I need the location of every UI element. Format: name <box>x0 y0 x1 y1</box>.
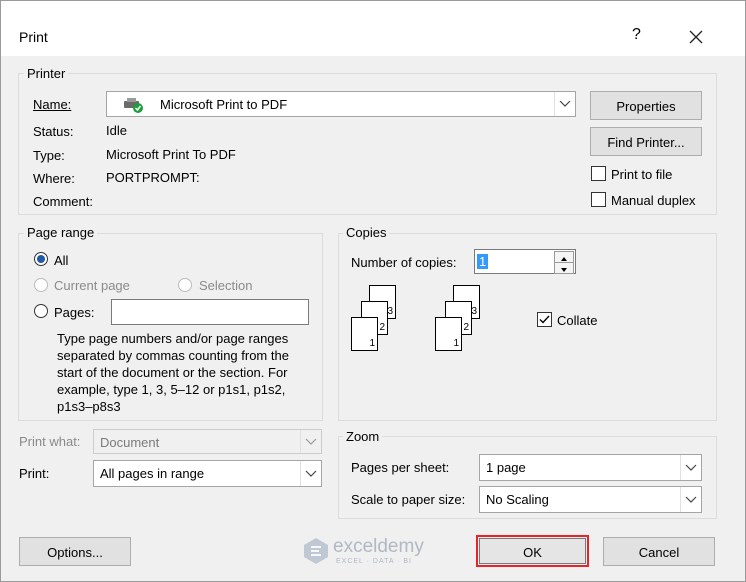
print-value: All pages in range <box>100 466 205 481</box>
all-label[interactable]: All <box>54 253 68 268</box>
close-icon <box>689 30 703 44</box>
pages-per-sheet-label: Pages per sheet: <box>351 460 450 475</box>
print-to-file-label[interactable]: Print to file <box>611 167 672 182</box>
page-number: 1 <box>369 338 375 349</box>
watermark-brand: exceldemy <box>333 536 424 557</box>
type-value: Microsoft Print To PDF <box>106 147 236 162</box>
title-bar: Print ? <box>1 1 745 56</box>
radio-selected-dot <box>37 255 45 263</box>
exceldemy-logo-icon <box>304 538 328 564</box>
help-line-5: p1s3–p8s3 <box>57 399 121 414</box>
copies-legend: Copies <box>343 225 390 240</box>
options-button[interactable]: Options... <box>19 537 131 566</box>
properties-button-label: Properties <box>616 99 676 114</box>
chevron-down-icon[interactable] <box>680 487 701 512</box>
copies-spinner[interactable]: 1 <box>474 249 576 274</box>
print-to-file-checkbox[interactable] <box>591 166 606 181</box>
where-label: Where: <box>33 171 75 186</box>
options-button-label: Options... <box>47 545 103 560</box>
status-value: Idle <box>106 123 127 138</box>
watermark-tagline: EXCEL · DATA · BI <box>336 558 412 565</box>
manual-duplex-label[interactable]: Manual duplex <box>611 193 696 208</box>
chevron-down-icon[interactable] <box>554 92 575 116</box>
comment-label: Comment: <box>33 194 93 209</box>
print-select[interactable]: All pages in range <box>93 460 322 487</box>
print-dialog: Print ? Printer Name: Microsoft Print to… <box>0 0 746 582</box>
spinner-down-button[interactable] <box>554 262 574 274</box>
name-label-text: Name: <box>33 97 72 112</box>
exceldemy-watermark: exceldemy EXCEL · DATA · BI <box>303 535 453 567</box>
page-number: 1 <box>453 338 459 349</box>
print-what-value: Document <box>100 435 160 450</box>
printer-name-select[interactable]: Microsoft Print to PDF <box>106 91 576 117</box>
pages-label[interactable]: Pages: <box>54 305 94 320</box>
cancel-button-label: Cancel <box>638 545 680 560</box>
printer-legend: Printer <box>24 66 69 81</box>
pages-input[interactable] <box>111 299 309 325</box>
help-button[interactable]: ? <box>632 26 641 44</box>
chevron-down-icon[interactable] <box>300 430 321 453</box>
page-number: 2 <box>463 322 469 333</box>
find-printer-button[interactable]: Find Printer... <box>590 127 702 156</box>
find-printer-button-label: Find Printer... <box>607 135 685 150</box>
cancel-button[interactable]: Cancel <box>603 537 715 566</box>
page-range-legend: Page range <box>24 225 98 240</box>
scale-to-paper-value: No Scaling <box>486 492 549 507</box>
print-what-select[interactable]: Document <box>93 429 322 454</box>
spinner-down-icon <box>561 268 567 272</box>
chevron-down-icon[interactable] <box>680 455 701 480</box>
help-line-2: separated by commas counting from the <box>57 348 289 363</box>
status-label: Status: <box>33 124 74 139</box>
properties-button[interactable]: Properties <box>590 91 702 120</box>
collate-checkbox[interactable] <box>537 312 552 327</box>
help-line-1: Type page numbers and/or page ranges <box>57 331 289 346</box>
collate-page-1a: 1 <box>351 317 378 351</box>
print-what-label: Print what: <box>19 434 81 449</box>
checkmark-icon <box>539 315 550 324</box>
scale-to-paper-label: Scale to paper size: <box>351 492 466 507</box>
selection-radio[interactable] <box>178 278 192 292</box>
selection-label[interactable]: Selection <box>199 278 252 293</box>
number-of-copies-label: Number of copies: <box>351 255 457 270</box>
current-page-label[interactable]: Current page <box>54 278 130 293</box>
pages-per-sheet-select[interactable]: 1 page <box>479 454 702 481</box>
collate-label[interactable]: Collate <box>557 313 597 328</box>
dialog-title: Print <box>19 29 48 45</box>
page-number: 2 <box>379 322 385 333</box>
printer-name-value: Microsoft Print to PDF <box>160 97 288 112</box>
help-line-4: example, type 1, 3, 5–12 or p1s1, p1s2, <box>57 382 286 397</box>
print-label: Print: <box>19 466 50 481</box>
scale-to-paper-select[interactable]: No Scaling <box>479 486 702 513</box>
close-button[interactable] <box>684 25 708 49</box>
where-value: PORTPROMPT: <box>106 170 200 185</box>
page-number: 3 <box>387 306 393 317</box>
pages-per-sheet-value: 1 page <box>486 460 526 475</box>
help-line-3: start of the document or the section. Fo… <box>57 365 288 380</box>
chevron-down-icon[interactable] <box>300 461 321 486</box>
manual-duplex-checkbox[interactable] <box>591 192 606 207</box>
type-label: Type: <box>33 148 65 163</box>
copies-value: 1 <box>477 254 489 269</box>
pages-radio[interactable] <box>34 304 48 318</box>
page-number: 3 <box>471 306 477 317</box>
zoom-legend: Zoom <box>343 429 383 444</box>
all-radio[interactable] <box>34 252 48 266</box>
ok-button[interactable]: OK <box>479 538 586 564</box>
printer-ready-icon <box>123 97 145 116</box>
name-label: Name: <box>33 97 71 112</box>
collate-page-1b: 1 <box>435 317 462 351</box>
ok-button-label: OK <box>523 545 542 560</box>
current-page-radio[interactable] <box>34 278 48 292</box>
